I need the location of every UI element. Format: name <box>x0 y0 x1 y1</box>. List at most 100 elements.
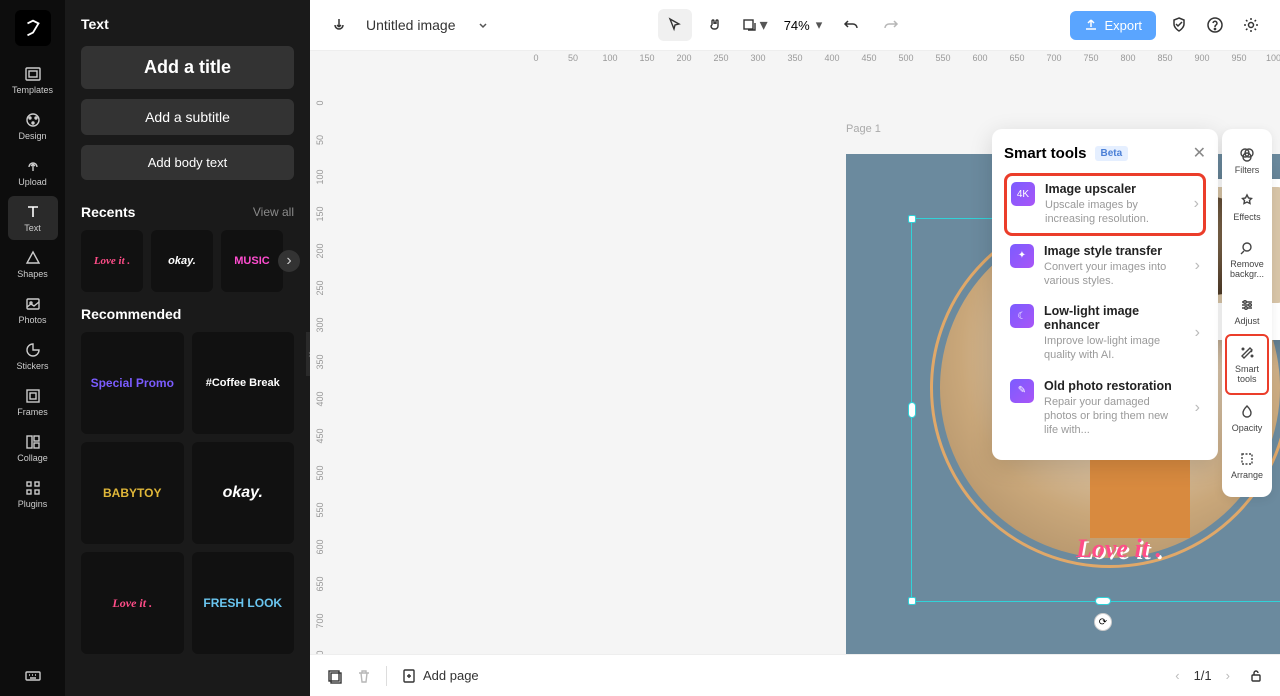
nav-templates[interactable]: Templates <box>8 58 58 102</box>
title-dropdown[interactable] <box>470 12 496 38</box>
document-title[interactable]: Untitled image <box>366 17 456 33</box>
upload-icon <box>24 157 42 175</box>
download-icon-button[interactable] <box>326 12 352 38</box>
zoom-dropdown[interactable]: 74%▾ <box>784 17 823 33</box>
chevron-right-icon: › <box>1195 257 1200 275</box>
app-logo[interactable] <box>15 10 51 46</box>
effects-icon <box>1238 192 1256 210</box>
layers-button[interactable] <box>326 668 342 684</box>
templates-icon <box>24 65 42 83</box>
add-subtitle-button[interactable]: Add a subtitle <box>81 99 294 135</box>
collage-icon <box>24 433 42 451</box>
canvas-area[interactable]: 0501001502002503003504004505005506006507… <box>310 51 1280 654</box>
smart-close-button[interactable]: ✕ <box>1193 143 1206 163</box>
recommended-thumb[interactable]: okay. <box>192 442 295 544</box>
recommended-thumb[interactable]: BABYTOY <box>81 442 184 544</box>
nav-text[interactable]: Text <box>8 196 58 240</box>
add-page-button[interactable]: Add page <box>401 668 479 684</box>
settings-icon-button[interactable] <box>1238 12 1264 38</box>
shield-icon-button[interactable] <box>1166 12 1192 38</box>
text-icon <box>24 203 42 221</box>
recents-title: Recents <box>81 204 135 220</box>
help-icon-button[interactable] <box>1202 12 1228 38</box>
ruler-horizontal: 0501001502002503003504004505005506006507… <box>330 51 1280 69</box>
recents-next-button[interactable]: › <box>278 250 300 272</box>
rail-remove-bg[interactable]: Remove backgr... <box>1225 231 1269 288</box>
chevron-right-icon: › <box>286 252 291 270</box>
nav-shapes[interactable]: Shapes <box>8 242 58 286</box>
beta-badge: Beta <box>1095 146 1129 161</box>
redo-button[interactable] <box>874 9 908 41</box>
tool-old-photo-restoration[interactable]: ✎ Old photo restorationRepair your damag… <box>1004 371 1206 446</box>
prev-page-button[interactable]: ‹ <box>1171 664 1183 687</box>
remove-bg-icon <box>1238 239 1256 257</box>
topbar: Untitled image ▾ 74%▾ Export <box>310 0 1280 51</box>
lock-button[interactable] <box>1248 668 1264 684</box>
recommended-thumb[interactable]: FRESH LOOK <box>192 552 295 654</box>
nav-frames[interactable]: Frames <box>8 380 58 424</box>
plugins-icon <box>24 479 42 497</box>
nav-photos[interactable]: Photos <box>8 288 58 332</box>
photos-icon <box>24 295 42 313</box>
ruler-vertical: 0501001502002503003504004505005506006507… <box>310 69 330 654</box>
page-label: Page 1 <box>846 123 881 135</box>
rail-adjust[interactable]: Adjust <box>1225 288 1269 335</box>
resize-dropdown[interactable]: ▾ <box>738 9 772 41</box>
page-navigator: ‹ 1/1 › <box>1171 664 1234 687</box>
opacity-icon <box>1238 403 1256 421</box>
recent-thumb[interactable]: okay. <box>151 230 213 292</box>
nav-design[interactable]: Design <box>8 104 58 148</box>
filters-icon <box>1238 145 1256 163</box>
design-icon <box>24 111 42 129</box>
nav-keyboard[interactable] <box>8 656 58 696</box>
main: Untitled image ▾ 74%▾ Export 05010015020… <box>310 0 1280 696</box>
recommended-thumb[interactable]: Special Promo <box>81 332 184 434</box>
nav-upload[interactable]: Upload <box>8 150 58 194</box>
select-tool[interactable] <box>658 9 692 41</box>
nav-stickers[interactable]: Stickers <box>8 334 58 378</box>
export-button[interactable]: Export <box>1070 11 1156 40</box>
smart-tools-panel: Smart tools Beta ✕ 4K Image upscalerUpsc… <box>992 129 1218 460</box>
lowlight-icon: ☾ <box>1010 304 1034 328</box>
rail-filters[interactable]: Filters <box>1225 137 1269 184</box>
undo-button[interactable] <box>834 9 868 41</box>
recent-thumb[interactable]: MUSIC <box>221 230 283 292</box>
shapes-icon <box>24 249 42 267</box>
delete-button[interactable] <box>356 668 372 684</box>
recents-viewall[interactable]: View all <box>253 205 294 219</box>
nav-plugins[interactable]: Plugins <box>8 472 58 516</box>
recommended-thumb[interactable]: Love it . <box>81 552 184 654</box>
chevron-down-icon: ▾ <box>816 17 823 33</box>
next-page-button[interactable]: › <box>1222 664 1234 687</box>
recommended-thumb[interactable]: #Coffee Break <box>192 332 295 434</box>
recommended-title: Recommended <box>81 306 181 322</box>
chevron-right-icon: › <box>1195 324 1200 342</box>
smart-title: Smart tools <box>1004 145 1087 162</box>
nav-collage[interactable]: Collage <box>8 426 58 470</box>
right-rail: Filters Effects Remove backgr... Adjust … <box>1222 129 1272 497</box>
upscaler-icon: 4K <box>1011 182 1035 206</box>
rail-effects[interactable]: Effects <box>1225 184 1269 231</box>
rail-smart-tools[interactable]: Smart tools <box>1225 334 1269 395</box>
frames-icon <box>24 387 42 405</box>
hand-tool[interactable] <box>698 9 732 41</box>
tool-image-upscaler[interactable]: 4K Image upscalerUpscale images by incre… <box>1004 173 1206 236</box>
style-transfer-icon: ✦ <box>1010 244 1034 268</box>
stickers-icon <box>24 341 42 359</box>
add-title-button[interactable]: Add a title <box>81 46 294 89</box>
smart-tools-icon <box>1238 344 1256 362</box>
recent-thumb[interactable]: Love it . <box>81 230 143 292</box>
rail-arrange[interactable]: Arrange <box>1225 442 1269 489</box>
rail-opacity[interactable]: Opacity <box>1225 395 1269 442</box>
bottom-bar: Add page ‹ 1/1 › <box>310 654 1280 696</box>
restoration-icon: ✎ <box>1010 379 1034 403</box>
chevron-right-icon: › <box>1194 195 1199 213</box>
side-panel: Text Add a title Add a subtitle Add body… <box>65 0 310 696</box>
love-text[interactable]: Love it . <box>1076 534 1162 564</box>
adjust-icon <box>1238 296 1256 314</box>
nav-rail: Templates Design Upload Text Shapes Phot… <box>0 0 65 696</box>
tool-style-transfer[interactable]: ✦ Image style transferConvert your image… <box>1004 236 1206 297</box>
add-body-button[interactable]: Add body text <box>81 145 294 180</box>
tool-lowlight-enhancer[interactable]: ☾ Low-light image enhancerImprove low-li… <box>1004 296 1206 371</box>
page-indicator: 1/1 <box>1194 668 1212 683</box>
